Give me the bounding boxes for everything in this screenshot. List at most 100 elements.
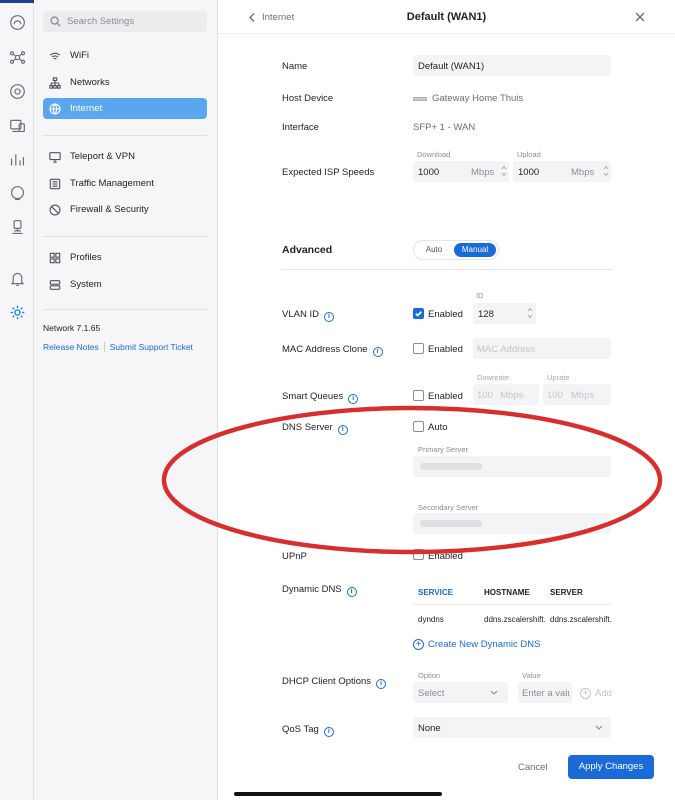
info-icon[interactable]: i	[348, 394, 359, 404]
info-icon[interactable]: i	[346, 587, 357, 597]
vlan-id-field-label: ID	[476, 291, 484, 300]
vlan-enabled-checkbox[interactable]	[413, 308, 424, 319]
dashboard-icon[interactable]	[7, 12, 27, 32]
system-icon	[49, 279, 61, 290]
stepper-arrows-icon	[603, 165, 609, 177]
dynamic-dns-text: Dynamic DNS	[282, 584, 342, 595]
sidebar-item-label: Traffic Management	[70, 178, 154, 189]
sidebar-item-system[interactable]: System	[43, 274, 207, 295]
cancel-button[interactable]: Cancel	[518, 762, 548, 773]
qos-tag-value: None	[418, 723, 441, 734]
interface-label: Interface	[282, 122, 319, 133]
mode-manual-option[interactable]: Manual	[454, 243, 496, 257]
interface-value: SFP+ 1 - WAN	[413, 122, 476, 133]
info-icon[interactable]: i	[323, 727, 334, 737]
sidebar-item-label: Networks	[70, 77, 110, 88]
sidebar-item-label: System	[70, 279, 102, 290]
download-label: Download	[417, 150, 451, 159]
sidebar-item-teleport-vpn[interactable]: Teleport & VPN	[43, 146, 207, 167]
vlan-id-stepper[interactable]	[527, 307, 533, 319]
network-tree-icon	[49, 76, 61, 89]
mode-auto-option[interactable]: Auto	[418, 243, 450, 257]
support-ticket-link[interactable]: Submit Support Ticket	[110, 342, 193, 352]
link-separator	[103, 342, 105, 352]
ddns-column-server[interactable]: SERVER	[550, 588, 583, 597]
section-divider	[282, 269, 612, 270]
upload-unit: Mbps	[571, 167, 595, 178]
devices-icon[interactable]	[7, 81, 27, 101]
settings-sidebar: WiFi Networks Internet Teleport & VPN Tr…	[34, 0, 218, 800]
sidebar-item-profiles[interactable]: Profiles	[43, 247, 207, 268]
upnp-checkbox[interactable]	[413, 549, 424, 560]
info-icon[interactable]: i	[376, 679, 387, 689]
sidebar-footer-links: Release Notes Submit Support Ticket	[43, 342, 193, 352]
create-ddns-label: Create New Dynamic DNS	[428, 639, 541, 650]
chevron-down-icon	[595, 725, 603, 730]
topology-icon[interactable]	[7, 47, 27, 67]
wifi-icon	[49, 52, 61, 59]
sidebar-item-wifi[interactable]: WiFi	[43, 45, 207, 66]
search-settings-box[interactable]	[43, 11, 207, 32]
release-notes-link[interactable]: Release Notes	[43, 342, 99, 352]
sidebar-divider	[43, 309, 207, 310]
gateway-device-icon	[413, 96, 427, 101]
option-label: Option	[418, 671, 441, 680]
upload-label: Upload	[517, 150, 541, 159]
qos-tag-select[interactable]	[413, 717, 611, 738]
secondary-server-label: Secondary Server	[418, 503, 479, 512]
create-ddns-button[interactable]: + Create New Dynamic DNS	[413, 639, 540, 650]
sidebar-item-label: Firewall & Security	[70, 204, 149, 215]
checkmark-icon	[415, 311, 422, 317]
insights-icon[interactable]	[7, 183, 27, 203]
globe-icon	[49, 102, 61, 115]
advanced-heading: Advanced	[282, 244, 333, 256]
add-dhcp-option-button[interactable]: + Add	[580, 688, 612, 699]
info-icon[interactable]: i	[337, 425, 348, 435]
mac-address-placeholder: MAC Address	[477, 344, 536, 355]
secondary-dns-redacted	[420, 520, 482, 527]
sidebar-item-networks[interactable]: Networks	[43, 72, 207, 93]
dhcp-option-select-value: Select	[418, 688, 445, 699]
uprate-label: Uprate	[547, 373, 570, 382]
apply-changes-button[interactable]: Apply Changes	[568, 755, 654, 779]
traffic-list-icon	[49, 178, 61, 189]
dns-server-label: DNS Server i	[282, 422, 348, 435]
value-label: Value	[522, 671, 541, 680]
page-title: Default (WAN1)	[406, 11, 487, 23]
upload-stepper[interactable]	[603, 165, 609, 177]
sidebar-item-label: Profiles	[70, 252, 102, 263]
notifications-bell-icon[interactable]	[7, 268, 27, 288]
info-icon[interactable]: i	[323, 312, 334, 322]
ddns-cell-server: ddns.zscalershift.net	[550, 615, 612, 624]
primary-dns-redacted	[420, 463, 482, 470]
ddns-column-service[interactable]: SERVICE	[418, 588, 453, 597]
info-icon[interactable]: i	[372, 347, 383, 357]
sidebar-item-firewall-security[interactable]: Firewall & Security	[43, 199, 207, 220]
vlan-id-value: 128	[478, 309, 494, 320]
clients-icon[interactable]	[7, 115, 27, 135]
wan-settings-panel: Internet Default (WAN1) Name Default (WA…	[218, 0, 675, 800]
ddns-column-hostname[interactable]: HOSTNAME	[484, 588, 530, 597]
uprate-unit: Mbps	[571, 390, 595, 401]
close-icon	[635, 12, 645, 22]
qos-tag-text: QoS Tag	[282, 724, 319, 735]
chevron-down-icon	[490, 690, 498, 695]
profiles-icon	[49, 252, 61, 263]
host-device-name: Gateway Home Thuis	[432, 93, 524, 104]
ddns-cell-service: dyndns	[418, 615, 444, 624]
uprate-placeholder: 100	[547, 390, 563, 401]
sidebar-item-internet[interactable]: Internet	[43, 98, 207, 119]
rail-accent-bar	[0, 0, 34, 3]
search-settings-input[interactable]	[67, 16, 197, 27]
sidebar-item-traffic-management[interactable]: Traffic Management	[43, 173, 207, 194]
smart-queues-checkbox[interactable]	[413, 390, 424, 401]
shield-icon	[49, 203, 61, 216]
close-button[interactable]	[635, 12, 645, 22]
protect-icon[interactable]	[7, 217, 27, 237]
mac-clone-checkbox[interactable]	[413, 343, 424, 354]
settings-gear-icon[interactable]	[7, 302, 27, 322]
dns-auto-checkbox[interactable]	[413, 421, 424, 432]
name-label: Name	[282, 61, 308, 72]
download-stepper[interactable]	[501, 165, 507, 177]
statistics-icon[interactable]	[7, 149, 27, 169]
